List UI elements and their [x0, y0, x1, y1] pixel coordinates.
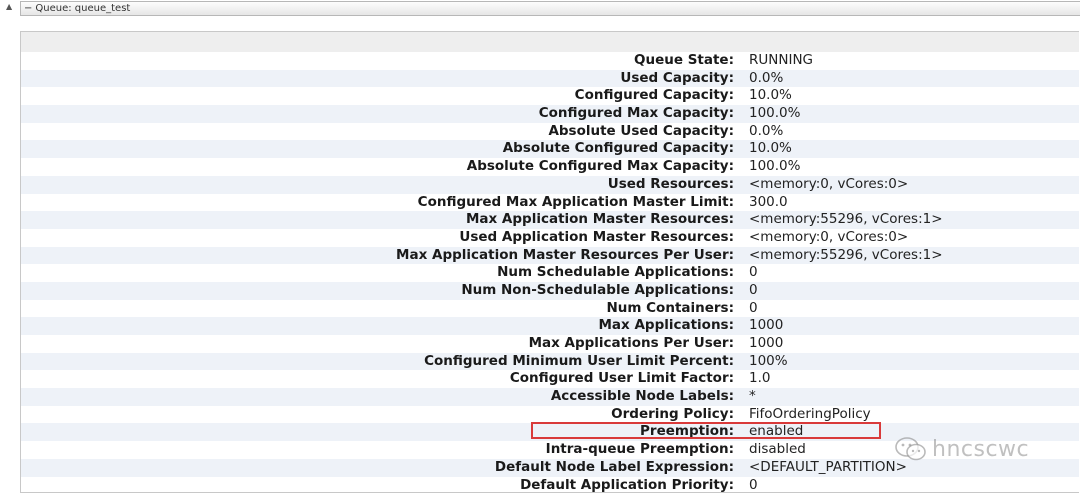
- row-label: Accessible Node Labels:: [550, 388, 734, 405]
- table-row: Configured Capacity: 10.0%: [21, 87, 1079, 106]
- table-row: Configured Max Application Master Limit:…: [21, 193, 1079, 212]
- table-row: Queue State: RUNNING: [21, 52, 1079, 70]
- table-row: Configured Max Capacity: 100.0%: [21, 105, 1079, 123]
- table-row: Used Capacity: 0.0%: [21, 69, 1079, 88]
- queue-info-table: Queue State: RUNNING Used Capacity: 0.0% Con…: [21, 52, 1079, 493]
- row-value: <memory:55296, vCores:1>: [749, 211, 943, 228]
- row-value: 1000: [749, 335, 784, 351]
- row-label: Configured Max Capacity:: [538, 105, 734, 122]
- queue-title-bar[interactable]: − Queue: queue_test: [20, 1, 1080, 16]
- wechat-icon: [895, 437, 926, 461]
- watermark: hncscwc: [894, 436, 1029, 464]
- expand-arrow-icon[interactable]: ▲: [6, 2, 12, 11]
- row-label: Default Application Priority:: [520, 476, 734, 493]
- table-row: Max Applications: 1000: [21, 317, 1079, 335]
- table-row: Accessible Node Labels: *: [21, 388, 1079, 406]
- row-value: 0: [749, 299, 758, 316]
- row-label: Max Application Master Resources Per Use…: [396, 246, 734, 263]
- row-label: Absolute Configured Capacity:: [502, 140, 734, 157]
- table-row: Max Application Master Resources Per Use…: [21, 246, 1079, 265]
- table-row: Num Non-Schedulable Applications: 0: [21, 281, 1079, 300]
- watermark-text: hncscwc: [932, 437, 1030, 462]
- row-label: Ordering Policy:: [611, 405, 734, 422]
- row-label: Num Containers:: [606, 299, 734, 316]
- row-value: 100.0%: [749, 158, 801, 175]
- row-value: 0: [749, 281, 758, 298]
- queue-info-panel: Queue State: RUNNING Used Capacity: 0.0% Con…: [20, 31, 1079, 493]
- table-row: Default Application Priority: 0: [21, 476, 1079, 493]
- table-row: Num Containers: 0: [21, 299, 1079, 318]
- row-value: 0.0%: [749, 122, 784, 139]
- row-value: <DEFAULT_PARTITION>: [749, 458, 907, 475]
- row-value: 0.0%: [749, 69, 784, 86]
- table-row: Absolute Configured Max Capacity: 100.0%: [21, 158, 1079, 176]
- table-row: Configured User Limit Factor: 1.0: [21, 370, 1079, 389]
- row-value: 0: [749, 264, 758, 281]
- row-value: 0: [749, 476, 758, 493]
- row-label: Absolute Used Capacity:: [548, 122, 734, 139]
- row-value: 100%: [749, 352, 788, 369]
- row-value: 100.0%: [749, 105, 801, 122]
- table-row: Max Applications Per User: 1000: [21, 335, 1079, 353]
- row-label: Num Schedulable Applications:: [497, 264, 734, 281]
- table-row: Used Application Master Resources: <memor…: [21, 228, 1079, 247]
- queue-title: Queue: queue_test: [35, 3, 131, 14]
- panel-header-bar: [21, 32, 1079, 52]
- row-value: 300.0: [749, 193, 788, 210]
- table-row: Ordering Policy: FifoOrderingPolicy: [21, 405, 1079, 424]
- row-label: Used Capacity:: [620, 69, 734, 86]
- row-value: <memory:55296, vCores:1>: [749, 246, 943, 263]
- row-value: disabled: [749, 441, 806, 458]
- queue-header: ▲ − Queue: queue_test: [0, 0, 1080, 17]
- row-label: Queue State:: [633, 52, 734, 68]
- table-row: Num Schedulable Applications: 0: [21, 264, 1079, 282]
- row-label: Absolute Configured Max Capacity:: [466, 158, 734, 175]
- row-label: Used Application Master Resources:: [459, 228, 734, 245]
- row-value: 10.0%: [749, 140, 792, 157]
- row-value: FifoOrderingPolicy: [749, 405, 871, 422]
- table-row: Max Application Master Resources: <memory…: [21, 211, 1079, 229]
- row-label: Configured Max Application Master Limit:: [417, 193, 734, 210]
- row-value: RUNNING: [749, 52, 813, 68]
- table-row: Absolute Configured Capacity: 10.0%: [21, 140, 1079, 159]
- row-label: Intra-queue Preemption:: [545, 441, 734, 458]
- row-value: <memory:0, vCores:0>: [749, 228, 909, 245]
- table-row: Configured Minimum User Limit Percent: 10…: [21, 352, 1079, 371]
- row-label: Max Applications:: [598, 317, 735, 334]
- row-label: Configured Capacity:: [574, 87, 734, 104]
- row-label: Configured Minimum User Limit Percent:: [424, 352, 734, 369]
- row-value: enabled: [749, 423, 804, 440]
- row-label: Max Applications Per User:: [528, 335, 734, 351]
- row-label: Default Node Label Expression:: [494, 458, 734, 475]
- row-value: <memory:0, vCores:0>: [749, 175, 909, 192]
- row-value: 1.0: [749, 370, 771, 387]
- row-value: 1000: [749, 317, 784, 334]
- row-label: Num Non-Schedulable Applications:: [461, 281, 734, 298]
- row-value: 10.0%: [749, 87, 792, 104]
- row-value: *: [749, 388, 756, 405]
- row-label: Max Application Master Resources:: [465, 211, 734, 228]
- collapse-icon[interactable]: −: [24, 2, 32, 15]
- row-label: Configured User Limit Factor:: [509, 370, 734, 387]
- table-row: Absolute Used Capacity: 0.0%: [21, 122, 1079, 141]
- row-label: Used Resources:: [607, 175, 734, 192]
- table-row: Used Resources: <memory:0, vCores:0>: [21, 175, 1079, 194]
- row-label: Preemption:: [640, 423, 734, 440]
